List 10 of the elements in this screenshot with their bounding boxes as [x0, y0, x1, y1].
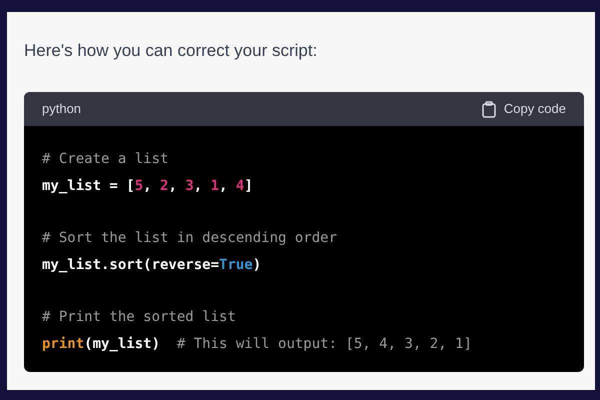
code-line: # Create a list	[42, 150, 168, 169]
code-line: print(my_list) # This will output: [5, 4, 3, 2, 1]	[42, 335, 472, 354]
message-text: Here's how you can correct your script:	[24, 40, 318, 62]
code-line: my_list.sort(reverse=True)	[42, 256, 262, 275]
code-line: # Sort the list in descending order	[42, 229, 338, 248]
copy-code-button[interactable]: Copy code	[482, 99, 566, 119]
code-line: my_list = [5, 2, 3, 1, 4]	[42, 177, 253, 196]
clipboard-icon	[482, 100, 496, 118]
language-label: python	[42, 100, 82, 118]
code-line: # Print the sorted list	[42, 308, 236, 327]
